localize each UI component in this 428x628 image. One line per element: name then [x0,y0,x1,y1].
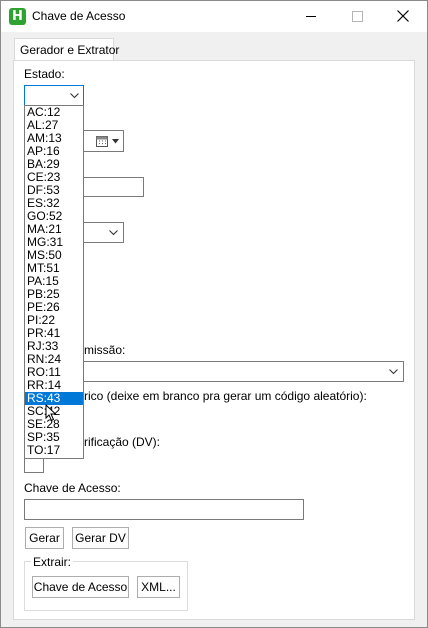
title-bar[interactable]: H Chave de Acesso [1,1,427,32]
dv-label: rificação (DV): [84,435,161,449]
chevron-down-icon [70,93,79,99]
window-title: Chave de Acesso [32,9,126,23]
estado-combobox[interactable] [24,85,84,106]
gerar-button[interactable]: Gerar [25,527,64,549]
tab-gerador-extrator[interactable]: Gerador e Extrator [14,38,119,61]
estado-option[interactable]: TO:17 [25,444,83,457]
gerar-dv-button[interactable]: Gerar DV [72,527,129,549]
chevron-down-icon [109,230,118,236]
extract-xml-button[interactable]: XML... [137,576,180,598]
mouse-cursor-icon [45,404,57,422]
chave-label: Chave de Acesso: [24,481,121,495]
emissao-label: missão: [84,343,126,357]
date-dropdown-icon [112,139,119,144]
estado-label: Estado: [24,67,65,81]
minimize-button[interactable] [288,1,334,32]
extrair-title: Extrair: [31,555,74,569]
extract-chave-button[interactable]: Chave de Acesso [32,576,129,598]
close-button[interactable] [380,1,426,32]
codigo-numerico-label: rico (deixe em branco pra gerar um códig… [84,389,367,403]
emissao-combobox[interactable] [61,361,404,382]
app-window: H Chave de Acesso Gerador e Extrator Est… [0,0,428,628]
close-icon [397,10,409,22]
calendar-icon [96,136,108,147]
maximize-button [334,1,380,32]
chevron-down-icon [389,369,398,375]
app-icon: H [9,8,26,25]
chave-field[interactable] [24,499,304,520]
